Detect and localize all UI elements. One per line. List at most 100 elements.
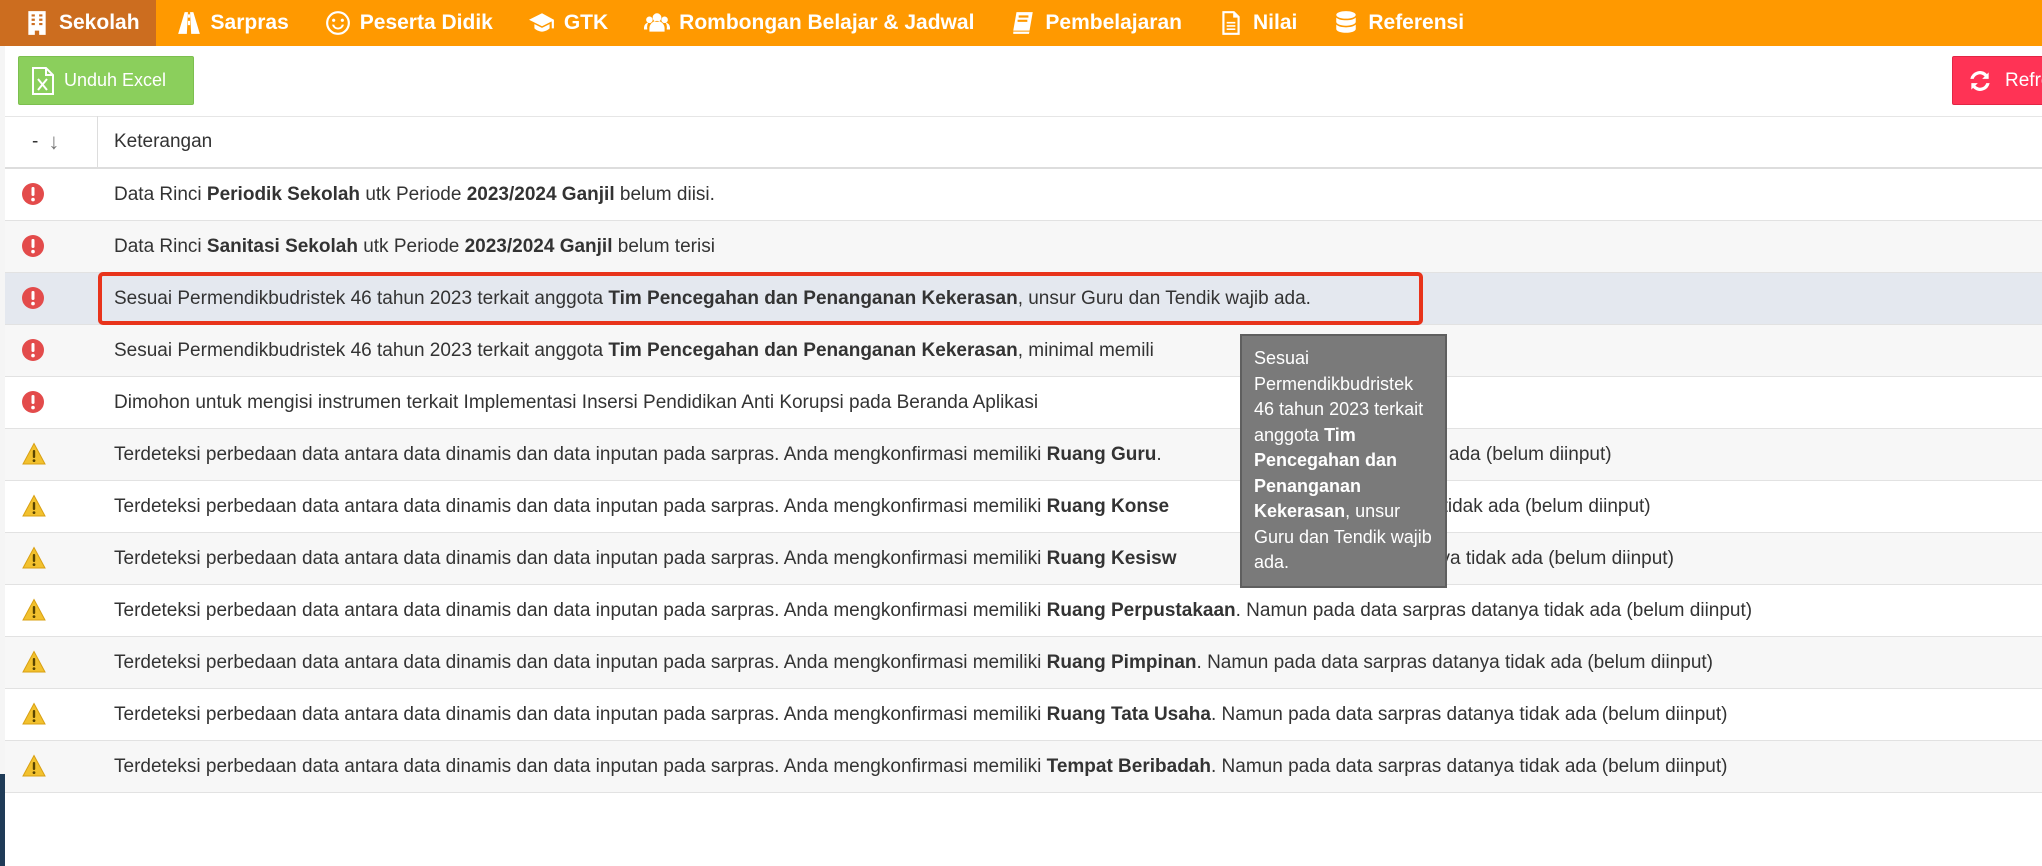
error-icon: [21, 286, 45, 310]
nav-item-label: Rombongan Belajar & Jadwal: [679, 11, 975, 34]
message-part: Terdeteksi perbedaan data antara data di…: [114, 495, 1047, 517]
message-part: Terdeteksi perbedaan data antara data di…: [114, 547, 1047, 569]
warning-icon: [21, 546, 46, 570]
users-icon: [644, 13, 671, 32]
message-part: . Namun pada data sarpras datanya tidak …: [1210, 703, 1728, 725]
table-row[interactable]: Terdeteksi perbedaan data antara data di…: [5, 585, 2042, 637]
row-message: Terdeteksi perbedaan data antara data di…: [114, 756, 1727, 778]
message-bold-part: Ruang Konse: [1046, 495, 1170, 517]
message-part: Sesuai Permendikbudristek 46 tahun 2023 …: [114, 339, 609, 361]
nav-item-rombongan-belajar[interactable]: Rombongan Belajar & Jadwal: [624, 0, 990, 46]
message-part: . Namun pada data sarpras datanya tidak …: [1210, 755, 1728, 777]
table-header: - ↓ Keterangan: [5, 116, 2042, 169]
table-row[interactable]: Data Rinci Sanitasi Sekolah utk Periode …: [5, 221, 2042, 273]
table-row[interactable]: Dimohon untuk mengisi instrumen terkait …: [5, 377, 2042, 429]
top-navigation: Sekolah Sarpras Peserta Didik GTK Rombon…: [0, 0, 2042, 46]
message-part: . Namun pada data sarpras datanya tidak …: [1196, 651, 1714, 673]
row-message: Terdeteksi perbedaan data antara data di…: [114, 652, 1713, 674]
download-excel-label: Unduh Excel: [64, 70, 167, 90]
message-bold-part: Ruang Kesisw: [1046, 547, 1177, 569]
nav-item-peserta-didik[interactable]: Peserta Didik: [305, 0, 509, 46]
message-part: , minimal memili: [1017, 339, 1154, 361]
nav-item-label: GTK: [563, 11, 609, 34]
message-part: Sesuai Permendikbudristek 46 tahun 2023 …: [114, 287, 609, 309]
error-icon: [21, 182, 45, 206]
excel-file-icon: [32, 66, 54, 95]
message-bold-part: Ruang Perpustakaan: [1046, 599, 1236, 621]
message-bold-part: 2023/2024 Ganjil: [464, 235, 613, 257]
refresh-button[interactable]: Refresh: [1952, 56, 2042, 105]
message-part: Data Rinci: [114, 235, 207, 257]
message-part: Terdeteksi perbedaan data antara data di…: [114, 703, 1047, 725]
message-part: Terdeteksi perbedaan data antara data di…: [114, 651, 1047, 673]
table-row[interactable]: Terdeteksi perbedaan data antara data di…: [5, 429, 2042, 481]
nav-item-gtk[interactable]: GTK: [509, 0, 624, 46]
building-icon: [28, 11, 46, 35]
refresh-label: Refresh: [2005, 69, 2042, 91]
table-row[interactable]: Terdeteksi perbedaan data antara data di…: [5, 741, 2042, 793]
warning-icon: [21, 650, 46, 674]
message-part: Terdeteksi perbedaan data antara data di…: [114, 755, 1047, 777]
message-bold-part: Tempat Beribadah: [1046, 755, 1211, 777]
message-part: utk Periode: [357, 235, 465, 257]
row-message: Dimohon untuk mengisi instrumen terkait …: [114, 392, 1038, 414]
file-icon: [1222, 11, 1240, 35]
message-bold-part: Ruang Guru: [1046, 443, 1157, 465]
error-icon: [21, 234, 45, 258]
refresh-icon: [1970, 70, 1990, 91]
message-bold-part: Tim Pencegahan dan Penanganan Kekerasan: [608, 339, 1018, 361]
error-icon: [21, 338, 45, 362]
table-body: Data Rinci Periodik Sekolah utk Periode …: [5, 169, 2042, 793]
nav-item-referensi[interactable]: Referensi: [1313, 0, 1480, 46]
message-bold-part: 2023/2024 Ganjil: [466, 183, 615, 205]
message-part: utk Periode: [360, 183, 467, 205]
nav-item-label: Pembelajaran: [1045, 11, 1182, 34]
keterangan-column-header[interactable]: Keterangan: [5, 116, 212, 167]
graduation-cap-icon: [528, 13, 554, 32]
message-bold-part: Tim Pencegahan dan Penanganan Kekerasan: [608, 287, 1018, 309]
message-bold-part: Ruang Tata Usaha: [1046, 703, 1211, 725]
nav-item-label: Nilai: [1252, 11, 1298, 34]
message-part: Data Rinci: [114, 183, 207, 205]
warning-icon: [21, 442, 46, 466]
table-row[interactable]: Terdeteksi perbedaan data antara data di…: [5, 533, 2042, 585]
message-bold-part: Periodik Sekolah: [206, 183, 361, 205]
row-message: Sesuai Permendikbudristek 46 tahun 2023 …: [114, 288, 1311, 310]
message-part: , unsur Guru dan Tendik wajib ada.: [1017, 287, 1311, 309]
road-icon: [177, 12, 200, 34]
message-part: Terdeteksi perbedaan data antara data di…: [114, 443, 1047, 465]
table-row[interactable]: Terdeteksi perbedaan data antara data di…: [5, 689, 2042, 741]
warning-icon: [21, 702, 46, 726]
message-part: Terdeteksi perbedaan data antara data di…: [114, 599, 1047, 621]
message-part: belum terisi: [612, 235, 715, 257]
table-row[interactable]: Sesuai Permendikbudristek 46 tahun 2023 …: [5, 273, 2042, 325]
table-row[interactable]: Terdeteksi perbedaan data antara data di…: [5, 637, 2042, 689]
row-message: Sesuai Permendikbudristek 46 tahun 2023 …: [114, 340, 1154, 362]
message-part: .: [1156, 443, 1167, 465]
row-message: Terdeteksi perbedaan data antara data di…: [114, 600, 1752, 622]
download-excel-button[interactable]: Unduh Excel: [18, 56, 194, 105]
message-bold-part: Sanitasi Sekolah: [206, 235, 358, 257]
smile-icon: [325, 11, 350, 35]
nav-item-label: Peserta Didik: [359, 11, 493, 34]
nav-item-label: Referensi: [1368, 11, 1465, 34]
table-row[interactable]: Data Rinci Periodik Sekolah utk Periode …: [5, 169, 2042, 221]
validation-table: - ↓ Keterangan Data Rinci Periodik Sekol…: [5, 116, 2042, 793]
nav-item-sekolah[interactable]: Sekolah: [0, 0, 156, 46]
table-row[interactable]: Terdeteksi perbedaan data antara data di…: [5, 481, 2042, 533]
warning-icon: [21, 494, 46, 518]
nav-item-label: Sarpras: [210, 11, 289, 34]
nav-item-sarpras[interactable]: Sarpras: [156, 0, 305, 46]
database-icon: [1336, 11, 1357, 33]
row-message: Data Rinci Sanitasi Sekolah utk Periode …: [114, 236, 715, 258]
row-message: Data Rinci Periodik Sekolah utk Periode …: [114, 184, 715, 206]
toolbar: Unduh Excel Refresh: [5, 46, 2042, 117]
warning-icon: [21, 598, 46, 622]
error-icon: [21, 390, 45, 414]
table-row[interactable]: Sesuai Permendikbudristek 46 tahun 2023 …: [5, 325, 2042, 377]
nav-item-pembelajaran[interactable]: Pembelajaran: [990, 0, 1198, 46]
nav-item-nilai[interactable]: Nilai: [1198, 0, 1313, 46]
book-icon: [1013, 12, 1034, 34]
nav-item-label: Sekolah: [59, 11, 140, 34]
tooltip: Sesuai Permendikbudristek 46 tahun 2023 …: [1240, 334, 1447, 588]
